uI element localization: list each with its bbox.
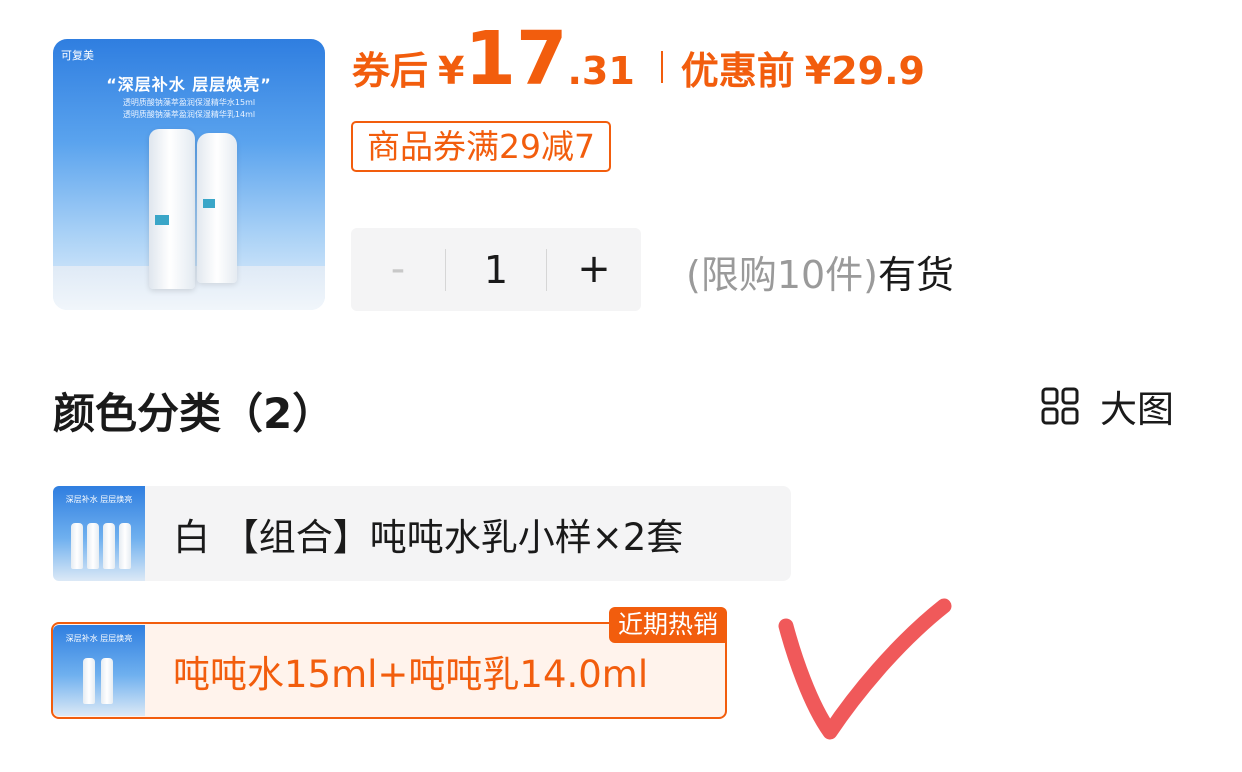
section-title: 颜色分类（2） xyxy=(53,389,335,438)
product-line-2: 透明质酸钠藻萃盈润保湿精华乳14ml xyxy=(122,110,256,119)
stock-info: (限购10件)有货 xyxy=(686,244,954,299)
product-image[interactable]: 可复美 “深层补水 层层焕亮” 透明质酸钠藻萃盈润保湿精华水15ml 透明质酸钠… xyxy=(53,39,325,310)
original-price-label: 优惠前 xyxy=(680,49,795,93)
checkmark-annotation xyxy=(778,598,952,740)
price-currency: ¥ xyxy=(438,49,465,93)
thumb-slogan: 深层补水 层层焕亮 xyxy=(65,634,133,643)
thumb-bottle xyxy=(103,523,115,569)
grid-icon xyxy=(1041,387,1079,425)
thumb-bottle xyxy=(119,523,131,569)
thumb-slogan: 深层补水 层层焕亮 xyxy=(65,495,133,504)
price-row: 券后 ¥ 17 .31 优惠前 ¥29.9 xyxy=(352,22,925,112)
sku-thumbnail: 深层补水 层层焕亮 xyxy=(53,486,145,581)
sku-option-selected[interactable]: 深层补水 层层焕亮 吨吨水15ml+吨吨乳14.0ml 近期热销 xyxy=(51,607,727,719)
product-slogan: “深层补水 层层焕亮” xyxy=(106,75,272,94)
price-decimal: .31 xyxy=(567,49,635,93)
essence-bottle xyxy=(149,129,195,289)
price-integer: 17 xyxy=(464,16,568,102)
original-price: ¥29.9 xyxy=(804,49,925,93)
coupon-tag[interactable]: 商品券满29减7 xyxy=(351,121,611,172)
sku-option-label: 吨吨水15ml+吨吨乳14.0ml xyxy=(173,652,649,696)
lotion-bottle xyxy=(197,133,237,283)
price-divider xyxy=(660,51,663,83)
thumb-bottle xyxy=(71,523,83,569)
sku-option-label: 白 【组合】吨吨水乳小样×2套 xyxy=(173,515,684,559)
thumb-bottle xyxy=(101,658,113,704)
hot-sale-badge: 近期热销 xyxy=(608,607,727,643)
quantity-value[interactable]: 1 xyxy=(446,248,546,292)
stock-status: 有货 xyxy=(878,253,955,297)
thumb-bottle xyxy=(83,658,95,704)
decrease-button[interactable]: - xyxy=(351,228,445,311)
sku-option[interactable]: 深层补水 层层焕亮 白 【组合】吨吨水乳小样×2套 xyxy=(53,486,791,581)
purchase-limit: (限购10件) xyxy=(686,253,879,297)
large-image-label: 大图 xyxy=(1100,388,1174,431)
product-line-1: 透明质酸钠藻萃盈润保湿精华水15ml xyxy=(122,98,256,107)
brand-logo: 可复美 xyxy=(61,49,94,62)
large-image-toggle[interactable]: 大图 xyxy=(1040,383,1174,431)
after-coupon-label: 券后 xyxy=(352,49,429,93)
increase-button[interactable]: + xyxy=(547,228,641,311)
quantity-stepper: - 1 + xyxy=(351,228,641,311)
sku-thumbnail: 深层补水 层层焕亮 xyxy=(53,625,145,716)
thumb-bottle xyxy=(87,523,99,569)
